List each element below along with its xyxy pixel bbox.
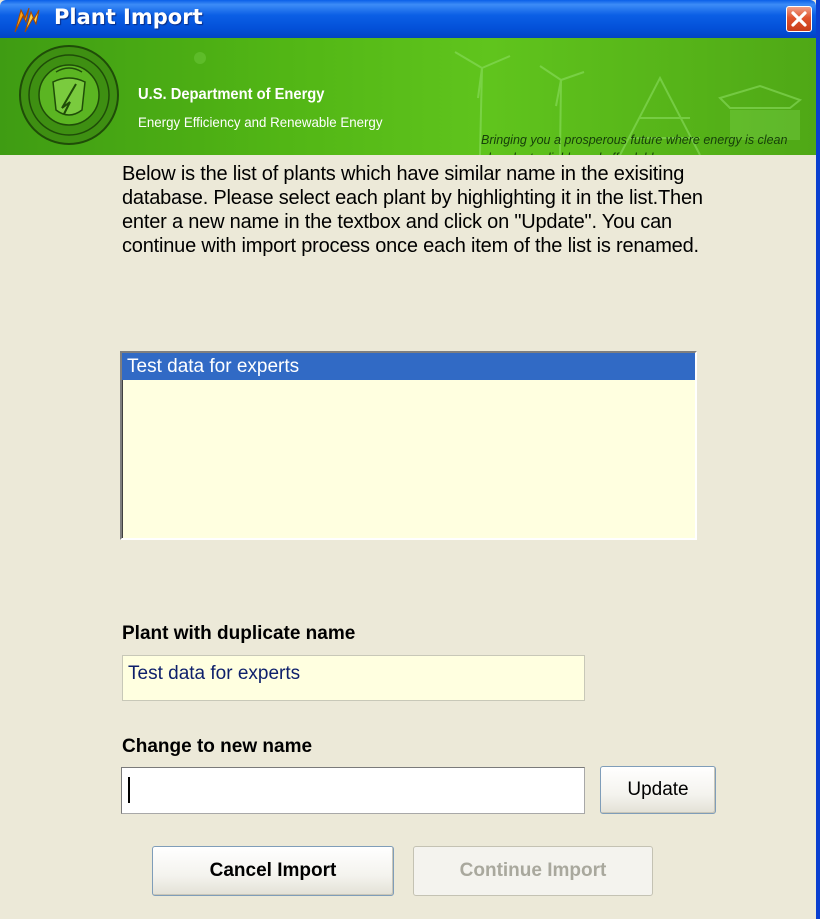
list-item[interactable]: Test data for experts: [122, 353, 695, 380]
plant-import-dialog: Plant Import U.S. Department of Energy E…: [0, 0, 820, 919]
duplicate-name-field: Test data for experts: [122, 655, 585, 701]
doe-banner: U.S. Department of Energy Energy Efficie…: [0, 38, 816, 155]
text-caret: [128, 777, 130, 803]
new-name-label: Change to new name: [122, 736, 313, 757]
title-bar[interactable]: Plant Import: [0, 0, 816, 38]
update-button[interactable]: Update: [600, 766, 716, 814]
plant-listbox[interactable]: Test data for experts: [120, 351, 697, 540]
flame-icon: [14, 7, 40, 33]
close-x-icon: [791, 11, 807, 27]
instructions-text: Below is the list of plants which have s…: [122, 163, 703, 257]
banner-tagline: Bringing you a prosperous future where e…: [481, 133, 788, 155]
cancel-import-button[interactable]: Cancel Import: [152, 846, 394, 896]
banner-subtitle: Energy Efficiency and Renewable Energy: [138, 114, 383, 130]
close-button[interactable]: [786, 6, 812, 32]
new-name-input[interactable]: [121, 767, 585, 814]
banner-org-title: U.S. Department of Energy: [138, 86, 325, 103]
duplicate-name-label: Plant with duplicate name: [122, 623, 356, 644]
doe-seal-icon: [19, 45, 119, 145]
window-title: Plant Import: [54, 5, 203, 29]
continue-import-button[interactable]: Continue Import: [413, 846, 653, 896]
